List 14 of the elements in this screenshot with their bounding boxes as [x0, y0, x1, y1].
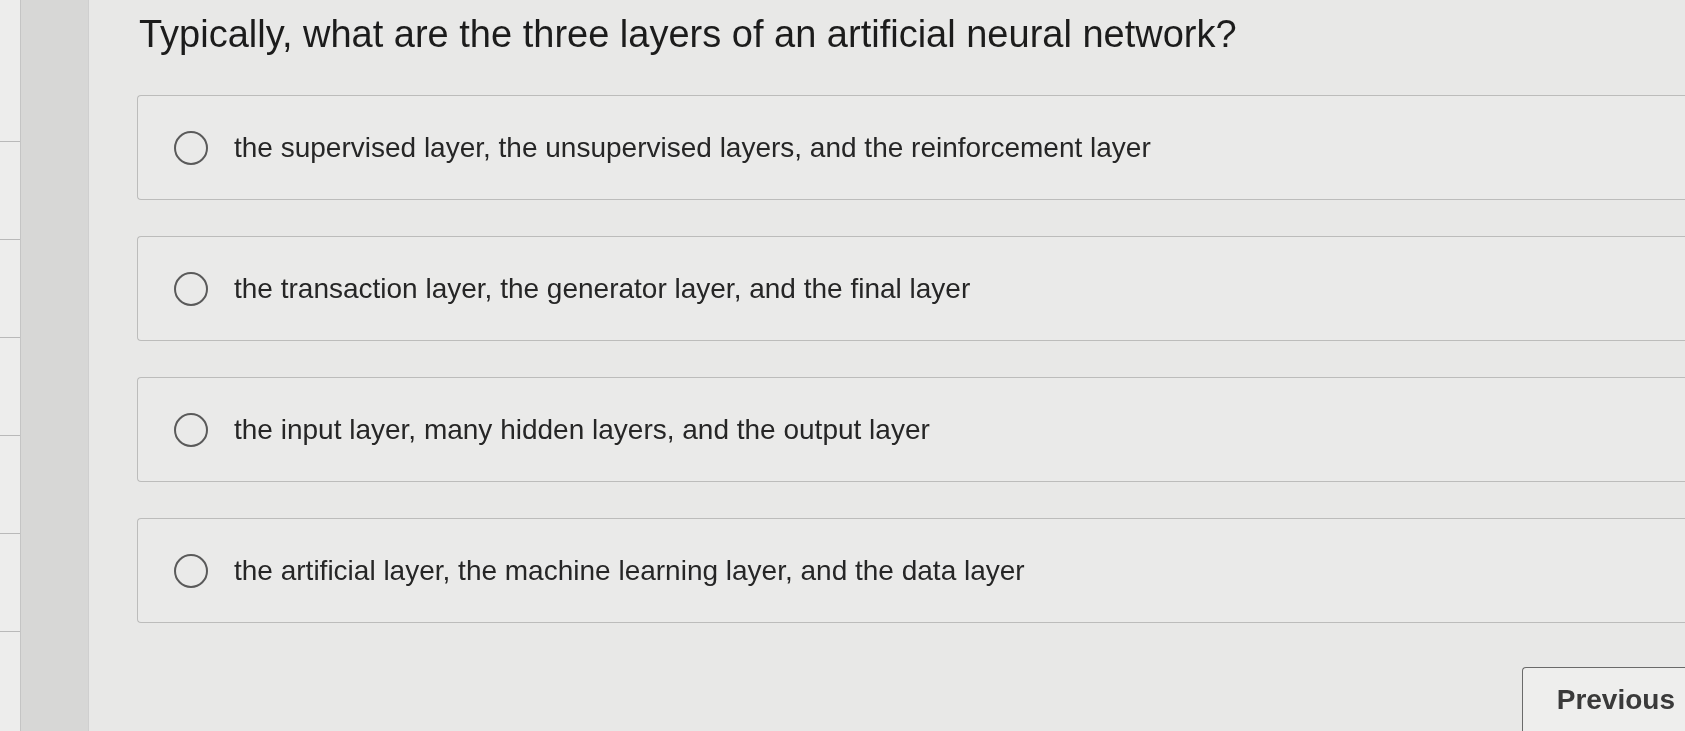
answer-option[interactable]: the artificial layer, the machine learning layer, and the data layer — [137, 518, 1685, 623]
previous-button[interactable]: Previous — [1521, 667, 1685, 731]
answer-option[interactable]: the input layer, many hidden layers, and the output layer — [137, 377, 1685, 482]
answer-option[interactable]: the transaction layer, the generator layer, and the final layer — [137, 236, 1685, 341]
radio-button[interactable] — [174, 130, 208, 165]
question-text: Typically, what are the three layers of an artificial neural network? — [139, 12, 1237, 57]
answer-option[interactable]: the supervised layer, the unsupervised layers, and the reinforcement layer — [137, 95, 1685, 200]
radio-button[interactable] — [174, 412, 208, 447]
option-label: the input layer, many hidden layers, and the output layer — [234, 412, 930, 447]
option-label: the transaction layer, the generator layer, and the final layer — [234, 271, 971, 306]
radio-button[interactable] — [174, 271, 208, 306]
option-label: the supervised layer, the unsupervised layers, and the reinforcement layer — [234, 130, 1151, 165]
option-label: the artificial layer, the machine learning layer, and the data layer — [234, 553, 1025, 588]
radio-button[interactable] — [174, 553, 208, 588]
